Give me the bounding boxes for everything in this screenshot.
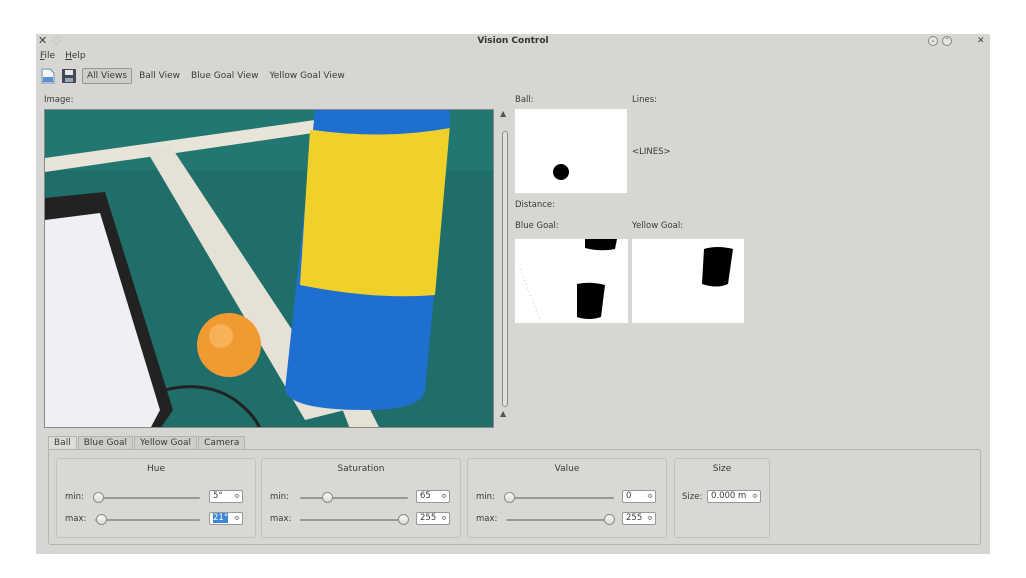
value-min-label: min: <box>476 492 495 502</box>
saturation-max-handle[interactable] <box>398 514 409 525</box>
image-label: Image: <box>44 95 74 105</box>
spin-arrows-icon[interactable]: ≎ <box>752 491 758 502</box>
spin-arrows-icon[interactable]: ≎ <box>441 491 447 502</box>
tab-camera[interactable]: Camera <box>198 436 246 450</box>
saturation-max-label: max: <box>270 514 292 524</box>
scroll-down-icon[interactable]: ▲ <box>500 409 506 418</box>
spin-arrows-icon[interactable]: ≎ <box>647 513 653 524</box>
blue-goal-view-button[interactable]: Blue Goal View <box>187 69 263 83</box>
maximize-icon[interactable]: ⌃ <box>942 36 952 46</box>
hue-min-slider[interactable] <box>93 492 200 503</box>
camera-image <box>44 109 494 428</box>
value-min-slider[interactable] <box>504 492 614 503</box>
hue-min-handle[interactable] <box>93 492 104 503</box>
hue-group: Hue min: 5° ≎ max: 21° ≎ <box>56 458 256 538</box>
value-group: Value min: 0 ≎ max: 255 ≎ <box>467 458 667 538</box>
all-views-button[interactable]: All Views <box>82 68 133 84</box>
spin-arrows-icon[interactable]: ≎ <box>234 491 240 502</box>
saturation-min-spinbox[interactable]: 65 ≎ <box>416 490 450 503</box>
minimize-icon[interactable]: ⌄ <box>928 36 938 46</box>
saturation-min-handle[interactable] <box>322 492 333 503</box>
hue-max-handle[interactable] <box>96 514 107 525</box>
distance-label: Distance: <box>515 200 556 210</box>
yellow-goal-label: Yellow Goal: <box>632 221 684 231</box>
save-icon[interactable] <box>61 68 77 84</box>
blue-goal-label: Blue Goal: <box>515 221 559 231</box>
menu-file[interactable]: File <box>40 51 55 63</box>
spin-arrows-icon[interactable]: ≎ <box>441 513 447 524</box>
value-max-spinbox[interactable]: 255 ≎ <box>622 512 656 525</box>
ball-mask-image <box>515 109 627 193</box>
image-vertical-scrollbar[interactable]: ▲ ▲ <box>499 109 511 423</box>
value-max-handle[interactable] <box>604 514 615 525</box>
hue-min-label: min: <box>65 492 84 502</box>
tab-blue-goal[interactable]: Blue Goal <box>77 436 133 450</box>
value-max-slider[interactable] <box>506 514 615 525</box>
size-group: Size Size: 0.000 m ≎ <box>674 458 770 538</box>
tab-ball[interactable]: Ball <box>48 436 77 450</box>
scrollbar-track[interactable] <box>502 131 508 407</box>
close-icon[interactable]: ✕ <box>977 35 985 47</box>
saturation-min-label: min: <box>270 492 289 502</box>
hue-max-spinbox[interactable]: 21° ≎ <box>209 512 243 525</box>
size-label: Size: <box>682 492 703 502</box>
ball-label: Ball: <box>515 95 534 105</box>
title-bar: ✕ ◌ Vision Control ⌄ ⌃ ✕ <box>36 34 990 49</box>
size-title: Size <box>712 464 732 474</box>
saturation-max-slider[interactable] <box>300 514 409 525</box>
hue-max-label: max: <box>65 514 87 524</box>
window-title: Vision Control <box>477 36 549 46</box>
hue-min-spinbox[interactable]: 5° ≎ <box>209 490 243 503</box>
value-max-label: max: <box>476 514 498 524</box>
yellow-goal-view-button[interactable]: Yellow Goal View <box>266 69 349 83</box>
toolbar: All Views Ball View Blue Goal View Yello… <box>40 67 352 85</box>
ball-settings-panel: Hue min: 5° ≎ max: 21° ≎ Saturation min: <box>48 449 981 545</box>
hue-title: Hue <box>146 464 165 474</box>
vision-control-window: ✕ ◌ Vision Control ⌄ ⌃ ✕ File Help All V… <box>36 34 990 554</box>
saturation-title: Saturation <box>337 464 385 474</box>
menu-help[interactable]: Help <box>65 51 86 63</box>
ball-view-button[interactable]: Ball View <box>135 69 184 83</box>
blue-goal-mask-image <box>515 239 628 323</box>
value-min-spinbox[interactable]: 0 ≎ <box>622 490 656 503</box>
saturation-max-spinbox[interactable]: 255 ≎ <box>416 512 450 525</box>
value-min-handle[interactable] <box>504 492 515 503</box>
spin-arrows-icon[interactable]: ≎ <box>234 513 240 524</box>
scroll-up-icon[interactable]: ▲ <box>500 109 506 118</box>
lines-placeholder: <LINES> <box>632 147 671 157</box>
lines-label: Lines: <box>632 95 658 105</box>
spin-arrows-icon[interactable]: ≎ <box>647 491 653 502</box>
saturation-min-slider[interactable] <box>300 492 408 503</box>
document-icon[interactable] <box>40 68 56 84</box>
tab-yellow-goal[interactable]: Yellow Goal <box>133 436 198 450</box>
yellow-goal-mask-image <box>632 239 744 323</box>
hue-max-slider[interactable] <box>95 514 200 525</box>
value-title: Value <box>554 464 580 474</box>
size-spinbox[interactable]: 0.000 m ≎ <box>707 490 761 503</box>
settings-tabs: Ball Blue Goal Yellow Goal Camera <box>48 436 246 450</box>
saturation-group: Saturation min: 65 ≎ max: 255 ≎ <box>261 458 461 538</box>
menu-bar: File Help <box>40 51 86 63</box>
